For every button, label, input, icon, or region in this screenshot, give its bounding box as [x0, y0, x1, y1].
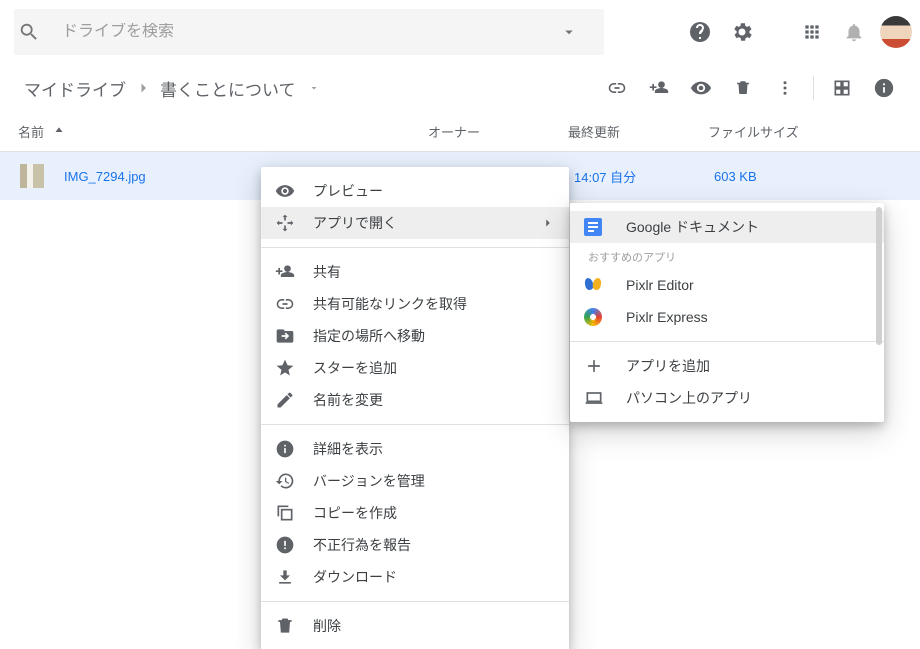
breadcrumb: マイドライブ 書くことについて	[24, 76, 320, 101]
trash-icon[interactable]	[723, 68, 763, 108]
sub-pixlr-editor-label: Pixlr Editor	[626, 277, 694, 293]
ctx-remove-label: 削除	[313, 616, 341, 636]
pixlr-editor-icon	[584, 276, 626, 294]
context-menu: プレビュー アプリで開く 共有 共有可能なリンクを取得 指定の場所へ移動 スタ	[261, 167, 569, 649]
ctx-rename[interactable]: 名前を変更	[261, 384, 569, 416]
gear-icon[interactable]	[722, 12, 762, 52]
ctx-versions[interactable]: バージョンを管理	[261, 465, 569, 497]
sub-pixlr-express-label: Pixlr Express	[626, 309, 708, 325]
laptop-icon	[584, 388, 626, 408]
ctx-preview-label: プレビュー	[313, 181, 383, 201]
google-docs-icon	[584, 218, 626, 236]
info-icon[interactable]	[864, 68, 904, 108]
ctx-open-with[interactable]: アプリで開く	[261, 207, 569, 239]
sub-pixlr-express[interactable]: Pixlr Express	[570, 301, 884, 333]
file-size: 603 KB	[714, 169, 920, 184]
ctx-versions-label: バージョンを管理	[313, 471, 425, 491]
copy-icon	[275, 503, 313, 523]
file-thumbnail	[20, 164, 44, 188]
help-icon[interactable]	[680, 12, 720, 52]
column-owner-label[interactable]: オーナー	[428, 122, 568, 141]
chevron-right-icon	[541, 216, 555, 230]
menu-divider	[261, 601, 569, 602]
sub-add-app[interactable]: アプリを追加	[570, 350, 884, 382]
ctx-add-star-label: スターを追加	[313, 358, 397, 378]
menu-divider	[261, 247, 569, 248]
ctx-move-to[interactable]: 指定の場所へ移動	[261, 320, 569, 352]
ctx-details-label: 詳細を表示	[313, 439, 383, 459]
ctx-preview[interactable]: プレビュー	[261, 175, 569, 207]
search-box[interactable]	[14, 9, 604, 55]
search-dropdown-icon[interactable]	[560, 23, 600, 41]
column-size-label[interactable]: ファイルサイズ	[708, 122, 920, 141]
breadcrumb-dropdown-icon[interactable]	[308, 82, 320, 94]
breadcrumb-root[interactable]: マイドライブ	[24, 76, 126, 101]
sub-add-app-label: アプリを追加	[626, 356, 710, 376]
person-add-icon	[275, 262, 313, 282]
report-icon	[275, 535, 313, 555]
ctx-share-label: 共有	[313, 262, 341, 282]
ctx-report[interactable]: 不正行為を報告	[261, 529, 569, 561]
column-modified-label[interactable]: 最終更新	[568, 122, 708, 141]
search-input[interactable]	[62, 23, 560, 41]
preview-eye-icon[interactable]	[681, 68, 721, 108]
link-icon	[275, 294, 313, 314]
share-person-icon[interactable]	[639, 68, 679, 108]
download-icon	[275, 567, 313, 587]
apps-grid-icon[interactable]	[792, 12, 832, 52]
ctx-rename-label: 名前を変更	[313, 390, 383, 410]
file-modified: 14:07 自分	[574, 167, 714, 186]
sub-recommended-label: おすすめのアプリ	[570, 243, 884, 269]
info-icon	[275, 439, 313, 459]
sort-asc-icon[interactable]	[52, 125, 66, 139]
breadcrumb-current[interactable]: 書くことについて	[160, 76, 296, 101]
search-icon[interactable]	[18, 21, 62, 43]
list-header: 名前 オーナー 最終更新 ファイルサイズ	[0, 112, 920, 152]
sub-desktop-apps[interactable]: パソコン上のアプリ	[570, 382, 884, 414]
pixlr-express-icon	[584, 308, 626, 326]
ctx-move-to-label: 指定の場所へ移動	[313, 326, 425, 346]
ctx-add-star[interactable]: スターを追加	[261, 352, 569, 384]
ctx-download[interactable]: ダウンロード	[261, 561, 569, 593]
submenu-scrollbar[interactable]	[876, 207, 882, 345]
menu-divider	[261, 424, 569, 425]
open-with-submenu: Google ドキュメント おすすめのアプリ Pixlr Editor Pixl…	[570, 203, 884, 422]
ctx-download-label: ダウンロード	[313, 567, 397, 587]
ctx-make-copy-label: コピーを作成	[313, 503, 397, 523]
more-vert-icon[interactable]	[765, 68, 805, 108]
ctx-get-link-label: 共有可能なリンクを取得	[313, 294, 467, 314]
sub-google-docs-label: Google ドキュメント	[626, 217, 759, 237]
grid-view-icon[interactable]	[822, 68, 862, 108]
sub-desktop-apps-label: パソコン上のアプリ	[626, 388, 752, 408]
trash-icon	[275, 616, 313, 636]
column-name-label[interactable]: 名前	[18, 122, 44, 141]
eye-icon	[275, 181, 313, 201]
sub-pixlr-editor[interactable]: Pixlr Editor	[570, 269, 884, 301]
ctx-make-copy[interactable]: コピーを作成	[261, 497, 569, 529]
open-with-icon	[275, 213, 313, 233]
avatar[interactable]	[880, 16, 912, 48]
get-link-icon[interactable]	[597, 68, 637, 108]
history-icon	[275, 471, 313, 491]
chevron-right-icon	[134, 79, 152, 97]
sub-google-docs[interactable]: Google ドキュメント	[570, 211, 884, 243]
ctx-remove[interactable]: 削除	[261, 610, 569, 642]
ctx-get-link[interactable]: 共有可能なリンクを取得	[261, 288, 569, 320]
toolbar-separator	[813, 76, 814, 100]
menu-divider	[570, 341, 884, 342]
ctx-report-label: 不正行為を報告	[313, 535, 411, 555]
ctx-open-with-label: アプリで開く	[313, 213, 397, 233]
notifications-icon[interactable]	[834, 12, 874, 52]
ctx-details[interactable]: 詳細を表示	[261, 433, 569, 465]
star-icon	[275, 358, 313, 378]
folder-move-icon	[275, 326, 313, 346]
plus-icon	[584, 356, 626, 376]
rename-icon	[275, 390, 313, 410]
ctx-share[interactable]: 共有	[261, 256, 569, 288]
